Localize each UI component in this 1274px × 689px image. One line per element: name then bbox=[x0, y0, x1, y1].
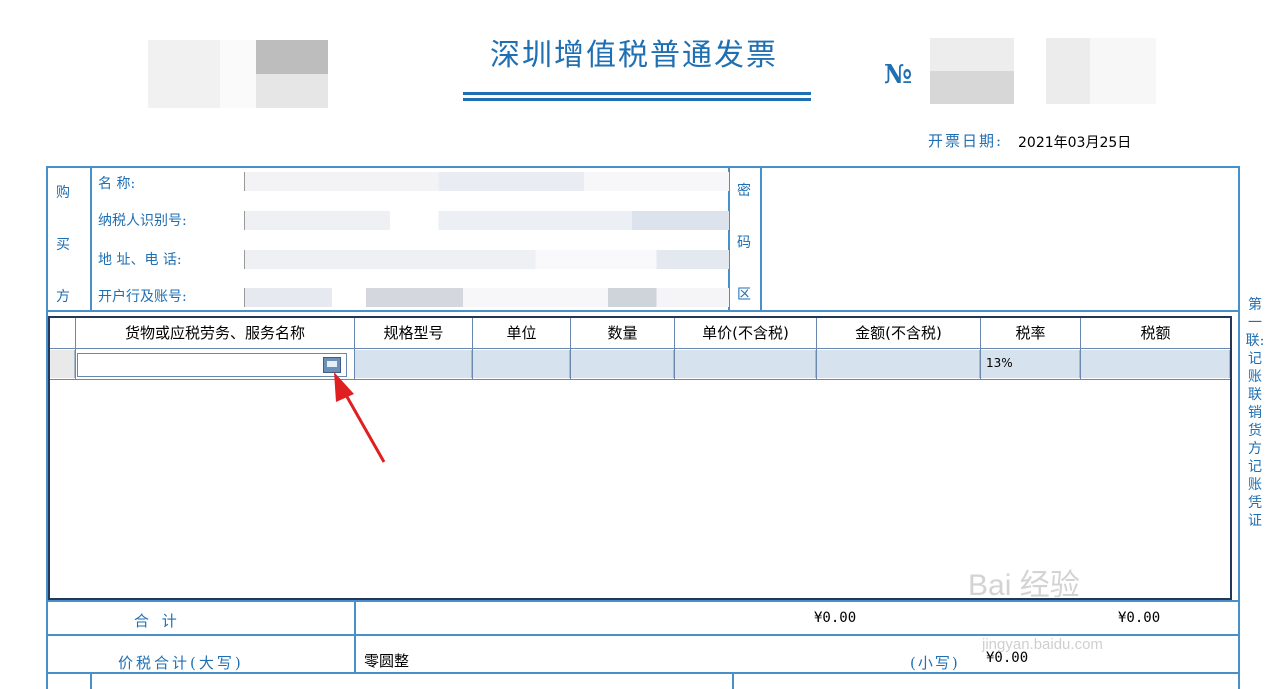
blurred-number bbox=[930, 38, 1014, 104]
watermark-url: jingyan.baidu.com bbox=[982, 636, 1103, 653]
buyer-name-input[interactable] bbox=[244, 172, 729, 191]
col-header-spec: 规格型号 bbox=[383, 324, 444, 342]
col-header-tax: 税额 bbox=[1140, 324, 1171, 342]
cipher-char-3: 区 bbox=[737, 287, 751, 303]
col-header-unit: 单位 bbox=[506, 324, 537, 342]
frame-right bbox=[1238, 166, 1240, 689]
col-header-amount: 金额(不含税) bbox=[855, 324, 942, 342]
buyer-bottom bbox=[46, 310, 1240, 312]
copy-type-note: 第一联:记账联 销货方记账凭证 bbox=[1245, 297, 1265, 529]
qty-cell[interactable] bbox=[571, 350, 674, 378]
small-label: (小写) bbox=[910, 654, 960, 672]
tax-rate-value: 13% bbox=[986, 356, 1013, 370]
col-header-qty: 数量 bbox=[607, 324, 638, 342]
cipher-divider-right bbox=[760, 166, 762, 312]
totals-divider bbox=[354, 600, 356, 672]
col-header-item-name: 货物或应税劳务、服务名称 bbox=[124, 324, 305, 342]
pointer-arrow-icon bbox=[334, 372, 386, 463]
item-name-combobox[interactable] bbox=[77, 353, 347, 377]
buyer-bank-label: 开户行及账号: bbox=[98, 289, 187, 305]
tax-cell[interactable] bbox=[1081, 350, 1230, 378]
issue-date-value: 2021年03月25日 bbox=[1018, 135, 1132, 151]
invoice-title: 深圳增值税普通发票 bbox=[490, 38, 778, 73]
buyer-label-char-3: 方 bbox=[56, 289, 70, 305]
col-header-tax-rate: 税率 bbox=[1015, 324, 1046, 342]
row-selector-cell[interactable] bbox=[50, 350, 75, 378]
bottom-divider-2 bbox=[732, 672, 734, 689]
tax-total: ¥0.00 bbox=[1118, 610, 1161, 626]
amount-total: ¥0.00 bbox=[814, 610, 857, 626]
grid-header-bottom bbox=[50, 348, 1230, 349]
blurred-logo-dark bbox=[256, 40, 328, 74]
frame-top bbox=[46, 166, 1240, 168]
grand-total-uppercase: 零圆整 bbox=[364, 652, 410, 670]
title-underline bbox=[463, 92, 811, 95]
sum-label: 合 计 bbox=[134, 612, 181, 630]
amount-cell[interactable] bbox=[817, 350, 980, 378]
buyer-label-char-1: 购 bbox=[56, 185, 70, 201]
grand-total-label: 价税合计(大写) bbox=[118, 654, 244, 672]
buyer-label-char-2: 买 bbox=[56, 237, 70, 253]
issue-date-label: 开票日期: bbox=[928, 132, 1004, 150]
col-header-unit-price: 单价(不含税) bbox=[702, 324, 789, 342]
buyer-divider bbox=[90, 166, 92, 312]
invoice-number-label: № bbox=[884, 60, 913, 90]
watermark-logo: Bai 经验 bbox=[968, 569, 1080, 602]
title-underline-2 bbox=[463, 98, 811, 101]
bottom-divider bbox=[90, 672, 92, 689]
unit-cell[interactable] bbox=[473, 350, 570, 378]
cipher-char-2: 码 bbox=[737, 235, 751, 251]
buyer-bank-input[interactable] bbox=[244, 288, 729, 307]
buyer-address-input[interactable] bbox=[244, 250, 729, 269]
unit-price-cell[interactable] bbox=[675, 350, 816, 378]
blurred-number-2 bbox=[1046, 38, 1156, 104]
buyer-address-label: 地 址、电 话: bbox=[98, 252, 182, 268]
buyer-taxid-input[interactable] bbox=[244, 211, 729, 230]
cipher-char-1: 密 bbox=[737, 183, 751, 199]
buyer-taxid-label: 纳税人识别号: bbox=[98, 213, 187, 229]
grid-row-bottom bbox=[50, 379, 1230, 380]
buyer-name-label: 名 称: bbox=[98, 176, 136, 192]
